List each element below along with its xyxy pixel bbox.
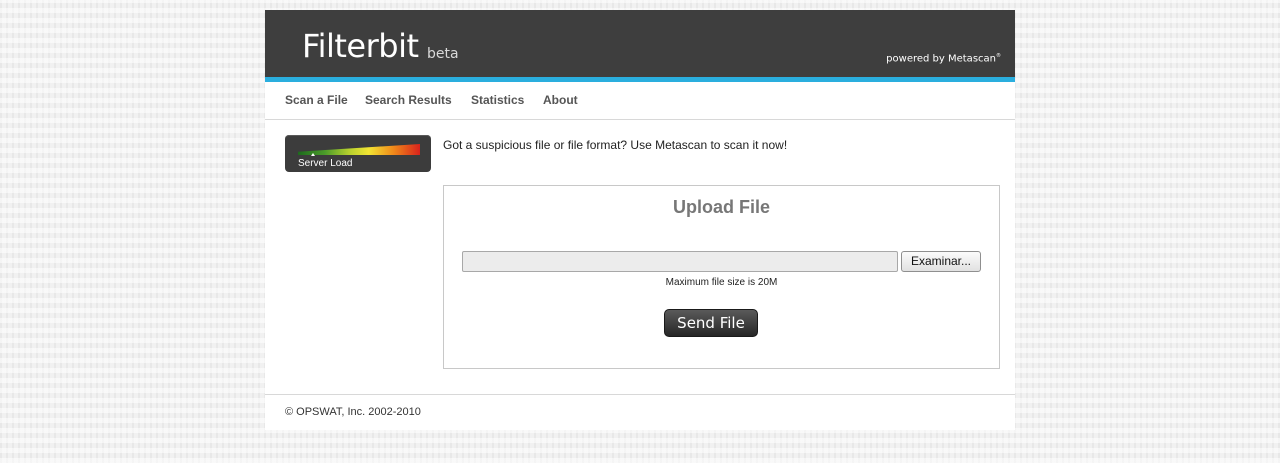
powered-by-text: powered by Metascan® <box>886 50 1001 65</box>
nav-scan-a-file[interactable]: Scan a File <box>285 92 348 108</box>
server-load-gauge <box>298 144 420 155</box>
browse-button[interactable]: Examinar... <box>901 251 981 272</box>
intro-text: Got a suspicious file or file format? Us… <box>443 138 788 152</box>
site-header: Filterbit beta powered by Metascan® <box>265 10 1015 82</box>
nav-about[interactable]: About <box>543 92 578 108</box>
server-load-label: Server Load <box>298 158 353 169</box>
logo[interactable]: Filterbit <box>302 26 419 66</box>
upload-title: Upload File <box>672 197 770 217</box>
main-nav: Scan a File Search Results Statistics Ab… <box>265 82 1015 120</box>
server-load-marker-icon <box>310 153 315 156</box>
page-container: Filterbit beta powered by Metascan® Scan… <box>265 10 1015 430</box>
powered-by-label: powered by Metascan <box>886 53 996 65</box>
max-file-size-note: Maximum file size is 20M <box>665 277 778 288</box>
nav-search-results[interactable]: Search Results <box>365 92 452 108</box>
trademark-mark: ® <box>996 53 1001 59</box>
footer-divider <box>265 394 1015 395</box>
nav-statistics[interactable]: Statistics <box>471 92 524 108</box>
logo-beta-tag: beta <box>427 46 459 62</box>
upload-panel: Upload File Examinar... Maximum file siz… <box>443 185 1000 369</box>
server-load-widget: Server Load <box>285 135 431 172</box>
footer-copyright: © OPSWAT, Inc. 2002-2010 <box>285 406 421 418</box>
file-path-input[interactable] <box>462 251 898 272</box>
send-file-button[interactable]: Send File <box>664 309 758 337</box>
